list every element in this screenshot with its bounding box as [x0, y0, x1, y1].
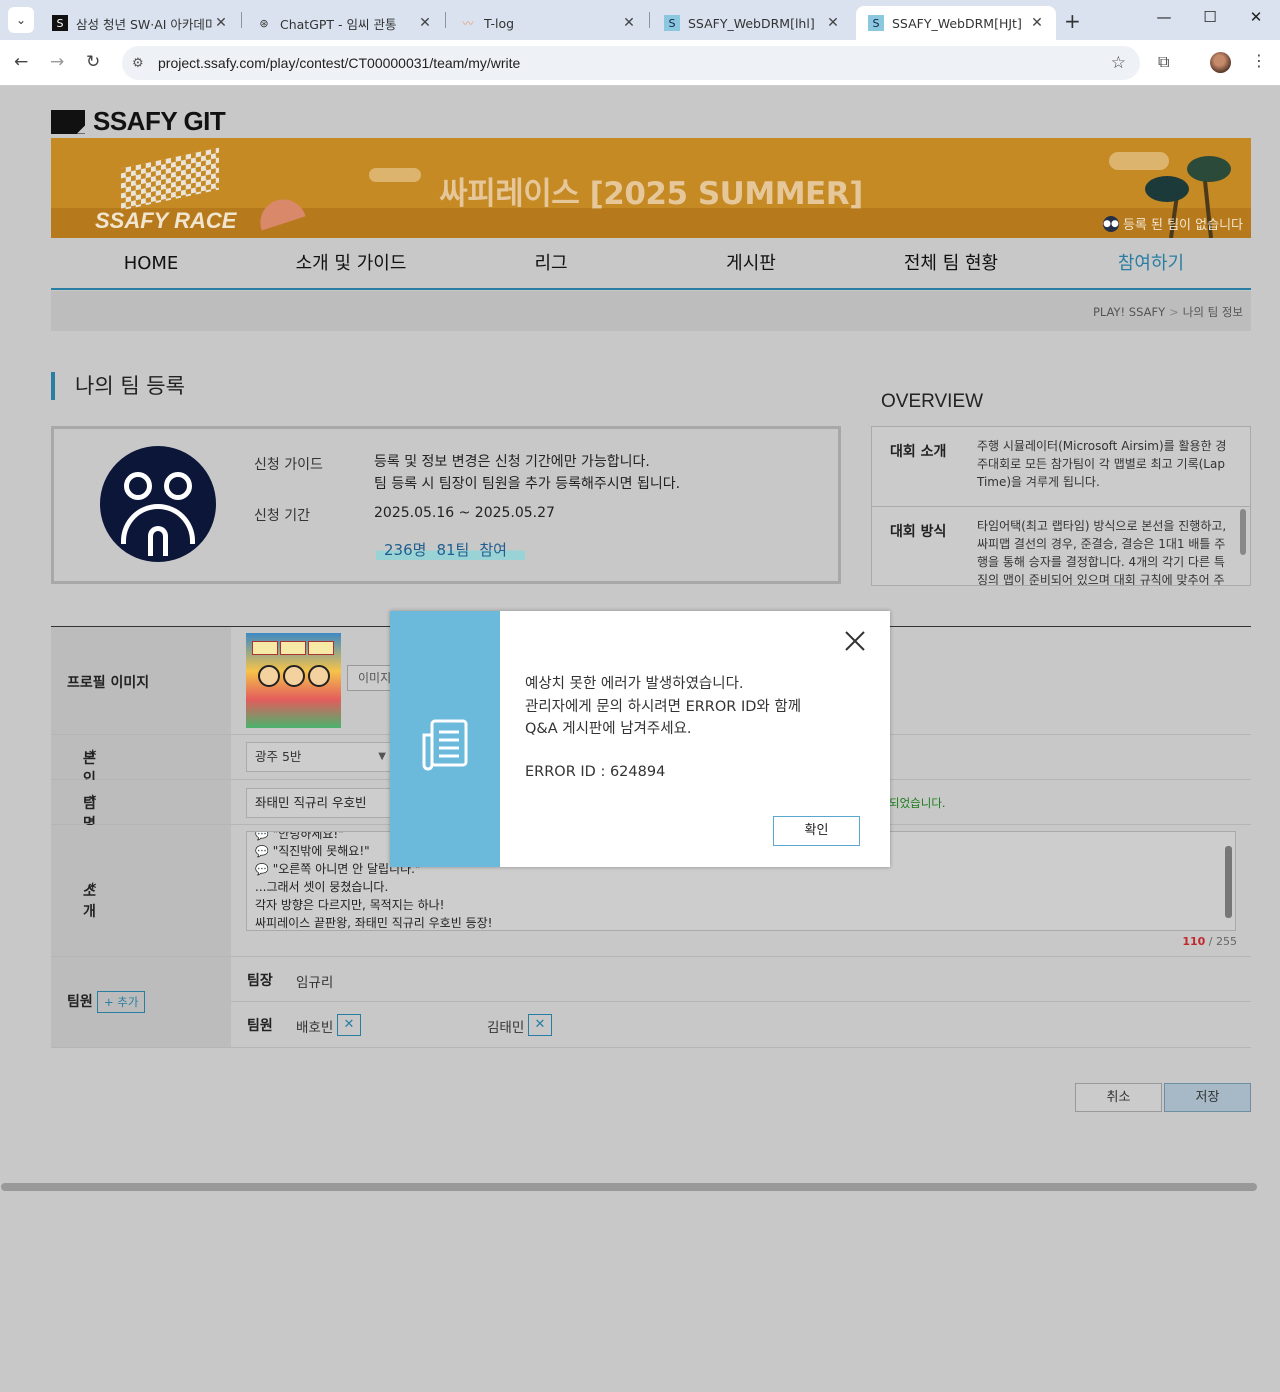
speech-bubble-icon: 💬 — [255, 845, 269, 858]
tlog-favicon-icon: 〰 — [462, 17, 474, 30]
bookmark-star-icon[interactable]: ☆ — [1111, 53, 1126, 73]
main-nav: HOME 소개 및 가이드 리그 게시판 전체 팀 현황 참여하기 — [51, 238, 1251, 290]
overview-scrollbar[interactable] — [1240, 509, 1246, 555]
tab-bar: ⌄ S 삼성 청년 SW·AI 아카데미 ✕ ⊛ ChatGPT - 임씨 관통… — [0, 0, 1280, 40]
minimize-icon[interactable]: — — [1141, 8, 1187, 26]
new-tab-icon[interactable]: + — [1064, 9, 1081, 33]
ssafy-favicon-icon: S — [52, 15, 68, 31]
profile-avatar[interactable] — [1210, 52, 1231, 73]
overview-box[interactable]: 대회 소개 주행 시뮬레이터(Microsoft Airsim)를 활용한 경주… — [871, 426, 1251, 586]
banner-title: 싸피레이스 [2025 SUMMER] — [439, 176, 863, 212]
close-tab-icon[interactable]: ✕ — [212, 15, 230, 31]
site-logo[interactable]: SSAFY GIT — [51, 106, 226, 137]
member-name: 김태민 — [487, 1020, 525, 1036]
speech-bubble-icon: 💬 — [255, 831, 269, 841]
add-member-button[interactable]: + 추가 — [97, 991, 146, 1013]
error-dialog: 예상치 못한 에러가 발생하였습니다. 관리자에게 문의 하시려면 ERROR … — [390, 611, 890, 867]
period-label: 신청 기간 — [254, 508, 310, 524]
no-team-notice: ●● 등록 된 팀이 없습니다 — [1102, 214, 1243, 233]
breadcrumb-bar: PLAY! SSAFY > 나의 팀 정보 — [51, 291, 1251, 331]
team-profile-image — [246, 633, 341, 728]
chevron-right-icon: > — [1169, 305, 1179, 319]
back-icon[interactable]: ← — [14, 52, 28, 72]
chatgpt-favicon-icon: ⊛ — [259, 16, 269, 30]
url-text[interactable]: project.ssafy.com/play/contest/CT0000003… — [158, 55, 520, 71]
period-value: 2025.05.16 ~ 2025.05.27 — [374, 505, 555, 521]
dialog-side-panel — [390, 611, 500, 867]
chevron-down-icon: ▼ — [378, 751, 386, 762]
tab-chatgpt[interactable]: ⊛ ChatGPT - 임씨 관통 ✕ — [244, 6, 444, 40]
remove-member-icon[interactable]: ✕ — [337, 1014, 361, 1036]
contest-banner: SSAFY RACE 싸피레이스 [2025 SUMMER] ●● 등록 된 팀… — [51, 138, 1251, 238]
team-avatar-icon — [100, 446, 216, 562]
error-id: ERROR ID : 624894 — [525, 764, 666, 780]
tab-webdrm-lhl[interactable]: S SSAFY_WebDRM[lhl] ✕ — [652, 6, 852, 40]
char-counter: 110 / 255 — [1182, 935, 1237, 948]
site-info-icon[interactable]: ⚙ — [132, 56, 154, 71]
tab-divider — [445, 12, 446, 28]
tab-tlog[interactable]: 〰 T-log ✕ — [448, 6, 648, 40]
reload-icon[interactable]: ↻ — [86, 52, 100, 72]
overview-title: OVERVIEW — [881, 391, 984, 412]
tab-ssafy-academy[interactable]: S 삼성 청년 SW·AI 아카데미 ✕ — [40, 6, 240, 40]
forward-icon[interactable]: → — [50, 52, 64, 72]
nav-guide[interactable]: 소개 및 가이드 — [251, 238, 451, 288]
members-row: 팀원 + 추가 팀장 임규리 팀원 배호빈 ✕ 김태민 ✕ — [51, 957, 1251, 1048]
document-icon — [422, 719, 468, 771]
breadcrumb-root[interactable]: PLAY! SSAFY — [1093, 305, 1165, 319]
page-title: 나의 팀 등록 — [51, 372, 185, 400]
close-tab-icon[interactable]: ✕ — [620, 15, 638, 31]
tab-search-button[interactable]: ⌄ — [8, 7, 34, 33]
overview-row: 대회 방식 타임어택(최고 랩타임) 방식으로 본선을 진행하고, 싸피맵 결선… — [890, 519, 1227, 586]
breadcrumb-current: 나의 팀 정보 — [1182, 305, 1243, 319]
nav-league[interactable]: 리그 — [451, 238, 651, 288]
cancel-button[interactable]: 취소 — [1075, 1083, 1162, 1112]
profile-label: 프로필 이미지 — [67, 675, 150, 691]
participation-stats: 236명 81팀 참여 — [376, 539, 525, 560]
nav-all-teams[interactable]: 전체 팀 현황 — [851, 238, 1051, 288]
close-window-icon[interactable]: ✕ — [1233, 8, 1279, 26]
member-name: 배호빈 — [296, 1020, 334, 1036]
error-message: 예상치 못한 에러가 발생하였습니다. 관리자에게 문의 하시려면 ERROR … — [525, 676, 802, 737]
extensions-icon[interactable]: ⧉ — [1158, 52, 1169, 72]
close-tab-icon[interactable]: ✕ — [416, 15, 434, 31]
speech-bubble-icon: 💬 — [255, 863, 269, 876]
nav-home[interactable]: HOME — [51, 238, 251, 288]
menu-icon[interactable]: ⋮ — [1251, 51, 1267, 70]
member-line: 팀원 배호빈 ✕ 김태민 ✕ — [231, 1002, 1251, 1047]
tab-divider — [649, 12, 650, 28]
address-bar: ← → ↻ ⚙ project.ssafy.com/play/contest/C… — [0, 40, 1280, 86]
tab-webdrm-hjt[interactable]: S SSAFY_WebDRM[HJt] ✕ — [856, 6, 1056, 40]
horizontal-scrollbar[interactable] — [1, 1183, 1257, 1191]
close-icon[interactable] — [843, 629, 867, 653]
ssafy-logo-icon — [51, 109, 85, 134]
guide-box: 신청 가이드 등록 및 정보 변경은 신청 기간에만 가능합니다. 팀 등록 시… — [51, 426, 841, 584]
url-field[interactable]: ⚙ project.ssafy.com/play/contest/CT00000… — [122, 46, 1140, 80]
nav-board[interactable]: 게시판 — [651, 238, 851, 288]
confirm-button[interactable]: 확인 — [773, 816, 860, 846]
members-label: 팀원 — [67, 994, 93, 1010]
leader-name: 임규리 — [296, 975, 334, 991]
team-name-valid-message: 되었습니다. — [889, 796, 946, 810]
save-button[interactable]: 저장 — [1164, 1083, 1251, 1112]
breadcrumb: PLAY! SSAFY > 나의 팀 정보 — [1093, 304, 1243, 320]
close-tab-icon[interactable]: ✕ — [824, 15, 842, 31]
overview-row: 대회 소개 주행 시뮬레이터(Microsoft Airsim)를 활용한 경주… — [872, 427, 1250, 507]
leader-line: 팀장 임규리 — [231, 957, 1251, 1002]
remove-member-icon[interactable]: ✕ — [528, 1014, 552, 1036]
drm-favicon-icon: S — [664, 15, 680, 31]
nav-join[interactable]: 참여하기 — [1051, 238, 1251, 288]
guide-label: 신청 가이드 — [254, 457, 323, 473]
guide-text: 등록 및 정보 변경은 신청 기간에만 가능합니다. 팀 등록 시 팀장이 팀원… — [374, 454, 681, 492]
people-icon: ●● — [1102, 215, 1119, 232]
class-select[interactable]: 광주 5반 ▼ — [246, 742, 391, 772]
close-tab-icon[interactable]: ✕ — [1028, 15, 1046, 31]
drm-favicon-icon: S — [868, 15, 884, 31]
textarea-scrollbar[interactable] — [1225, 846, 1232, 918]
tab-divider — [241, 12, 242, 28]
maximize-icon[interactable]: ☐ — [1187, 8, 1233, 26]
